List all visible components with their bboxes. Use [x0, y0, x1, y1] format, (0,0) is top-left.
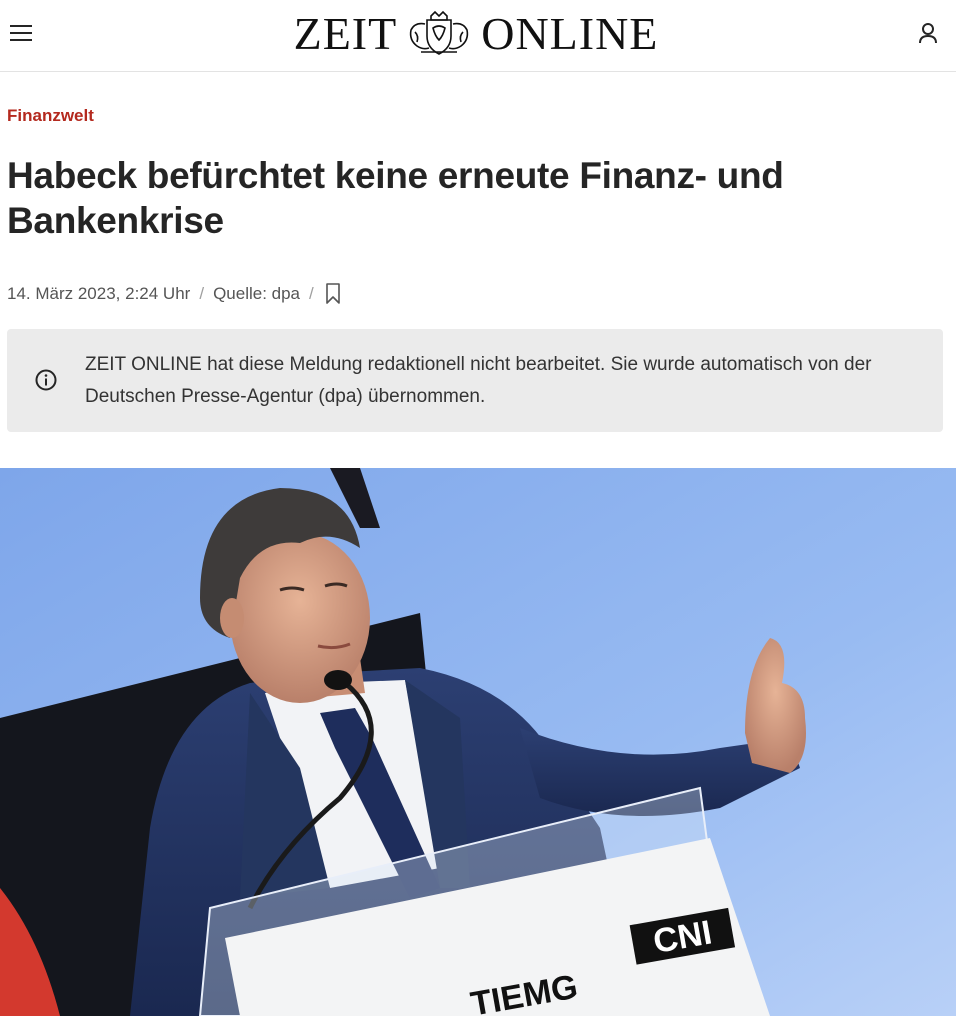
site-logo[interactable]: ZEIT ONLINE — [264, 6, 688, 62]
article-headline: Habeck befürchtet keine erneute Finanz- … — [7, 155, 784, 241]
bookmark-icon[interactable] — [323, 281, 343, 307]
article-date: 14. März 2023, 2:24 Uhr — [7, 284, 191, 303]
article-source: Quelle: dpa — [213, 284, 301, 303]
dpa-notice-box: ZEIT ONLINE hat diese Meldung redaktione… — [7, 329, 943, 432]
article-hero-image: CNI TIEMG — [0, 468, 956, 1016]
coat-of-arms-icon — [410, 10, 469, 55]
logo-text-left: ZEIT — [293, 8, 398, 59]
article-meta: 14. März 2023, 2:24 Uhr / Quelle: dpa / — [7, 280, 343, 308]
meta-separator: / — [309, 284, 314, 303]
meta-separator: / — [199, 284, 205, 303]
user-icon[interactable] — [912, 18, 944, 50]
site-header: ZEIT ONLINE — [0, 0, 956, 72]
info-icon — [35, 369, 57, 391]
article-kicker[interactable]: Finanzwelt — [7, 106, 94, 126]
logo-text-right: ONLINE — [481, 8, 659, 59]
notice-text: ZEIT ONLINE hat diese Meldung redaktione… — [85, 354, 872, 407]
hamburger-menu-icon[interactable] — [8, 20, 36, 46]
